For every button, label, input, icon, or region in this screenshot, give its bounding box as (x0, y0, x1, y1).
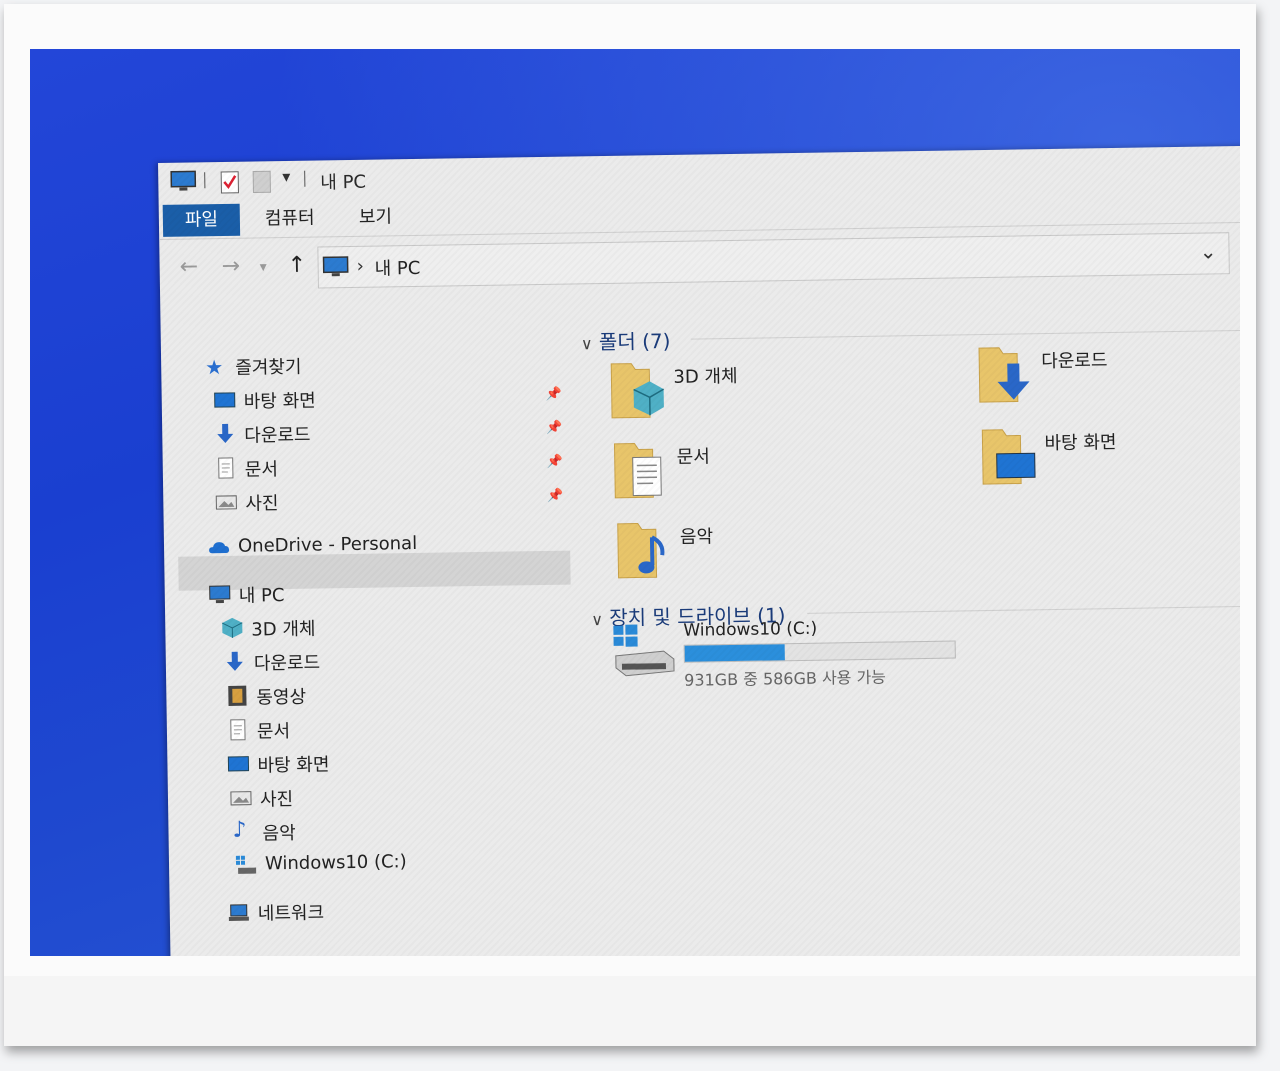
pin-icon[interactable]: 📌 (547, 489, 563, 504)
address-dropdown-icon[interactable]: ⌄ (1200, 239, 1217, 263)
content-pane: ∨ 폴더 (7) 3D 개체 다운로드 문서 바탕 화면 음악 ∨ 장치 및 드… (580, 295, 1240, 956)
properties-icon[interactable] (220, 170, 240, 194)
recent-chevron-icon[interactable]: ▾ (260, 259, 267, 275)
drive-icon (235, 855, 257, 874)
drive-free-space: 931GB 중 586GB 사용 가능 (684, 667, 887, 690)
drive-windows10[interactable]: Windows10 (C:) 931GB 중 586GB 사용 가능 (611, 616, 972, 692)
new-folder-icon[interactable] (252, 169, 272, 194)
up-arrow-icon[interactable]: ↑ (287, 253, 306, 278)
folder-music-icon (617, 523, 665, 579)
forward-arrow-icon[interactable]: → (221, 254, 240, 279)
folder-desktop[interactable]: 바탕 화면 (980, 421, 1240, 496)
pictures-icon (215, 495, 237, 510)
folders-group-header[interactable]: ∨ 폴더 (7) (581, 325, 671, 355)
folder-downloads[interactable]: 다운로드 (977, 339, 1240, 414)
navigation-pane: ★ 즐겨찾기 바탕 화면 📌 다운로드 📌 문서 📌 사진 📌 OneDrive… (160, 307, 581, 956)
music-note-icon: ♪ (232, 817, 247, 843)
collapse-chevron-icon[interactable]: ∨ (581, 334, 593, 353)
star-icon: ★ (205, 355, 224, 380)
address-bar[interactable]: › 내 PC ⌄ (317, 232, 1230, 289)
breadcrumb-separator: › (356, 255, 365, 277)
folder-documents-icon (613, 443, 662, 499)
folder-desktop-icon (981, 429, 1036, 485)
computer-icon (209, 585, 231, 604)
folder-music[interactable]: 음악 (616, 515, 917, 590)
frame-bottom-margin (4, 976, 1256, 1046)
download-arrow-icon (226, 651, 243, 671)
breadcrumb-this-pc[interactable]: 내 PC (374, 254, 421, 281)
desktop-icon (227, 756, 250, 772)
collapse-chevron-icon[interactable]: ∨ (591, 610, 603, 629)
tab-file[interactable]: 파일 (162, 203, 241, 237)
monitor-photo: ▾ 내 PC 파일 컴퓨터 보기 ← → ▾ ↑ › 내 PC ⌄ ★ 즐겨찾기… (30, 49, 1240, 956)
folder-3d-objects[interactable]: 3D 개체 (609, 355, 910, 430)
pin-icon[interactable]: 📌 (546, 387, 562, 402)
file-explorer-window: ▾ 내 PC 파일 컴퓨터 보기 ← → ▾ ↑ › 내 PC ⌄ ★ 즐겨찾기… (158, 145, 1240, 956)
customize-chevron-icon[interactable]: ▾ (282, 167, 290, 186)
drive-usage-bar (683, 640, 956, 663)
divider (807, 605, 1240, 614)
tab-computer[interactable]: 컴퓨터 (243, 202, 337, 235)
folder-3d-objects-icon (610, 363, 664, 419)
computer-icon (322, 256, 349, 277)
selected-row-highlight (178, 550, 571, 591)
cube-icon (222, 617, 243, 638)
back-arrow-icon[interactable]: ← (179, 254, 198, 279)
film-icon (228, 685, 247, 706)
download-arrow-icon (217, 423, 234, 443)
drive-name: Windows10 (C:) (683, 618, 818, 641)
document-icon (230, 719, 246, 741)
drive-usage-fill (684, 644, 785, 662)
desktop-icon (214, 392, 236, 408)
divider (690, 329, 1240, 340)
folder-downloads-icon (978, 347, 1030, 403)
network-icon (228, 904, 249, 921)
windows-drive-icon (613, 624, 675, 677)
document-icon (218, 457, 234, 479)
pin-icon[interactable]: 📌 (547, 455, 563, 470)
pin-icon[interactable]: 📌 (546, 421, 562, 436)
separator (304, 170, 306, 187)
photo-frame: ▾ 내 PC 파일 컴퓨터 보기 ← → ▾ ↑ › 내 PC ⌄ ★ 즐겨찾기… (4, 4, 1256, 1046)
separator (204, 172, 206, 189)
tab-view[interactable]: 보기 (337, 201, 415, 234)
pictures-icon (230, 791, 252, 806)
folder-documents[interactable]: 문서 (612, 435, 913, 510)
window-title: 내 PC (320, 171, 367, 194)
computer-icon (170, 170, 197, 191)
